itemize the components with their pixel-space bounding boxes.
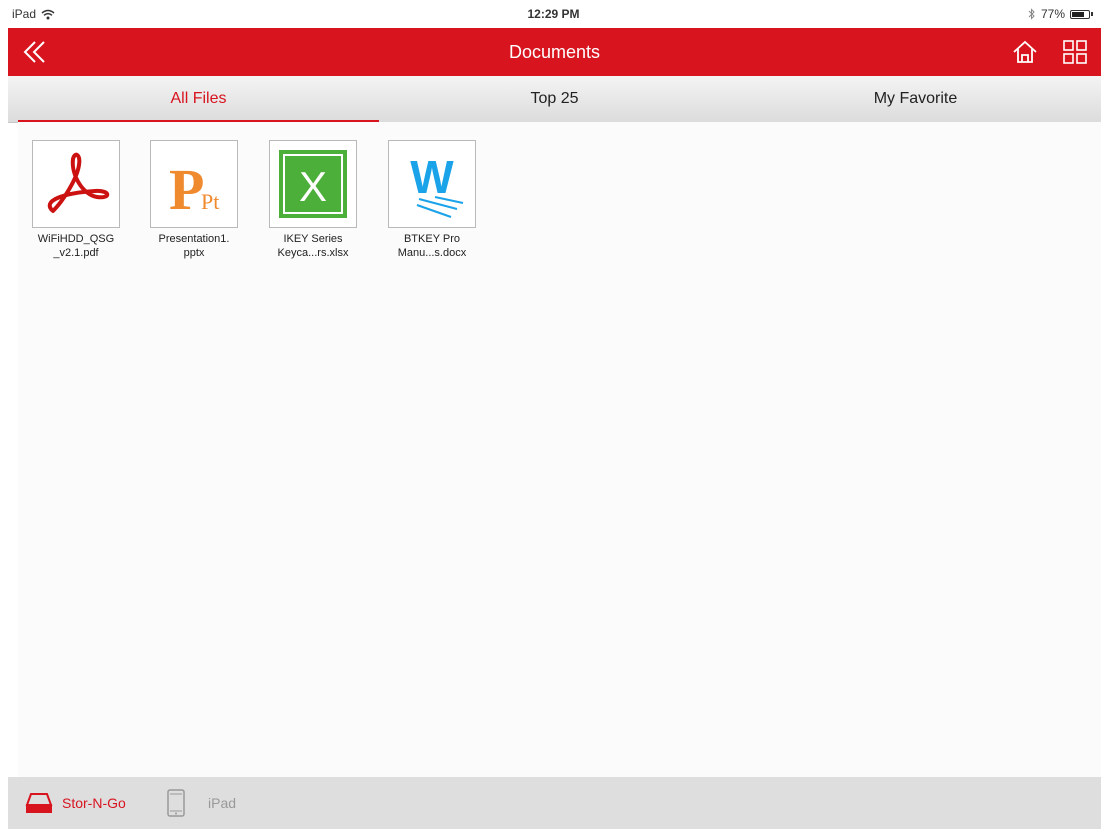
docx-icon: W: [410, 151, 464, 218]
status-right: 77%: [1028, 7, 1093, 21]
file-name: Presentation1. pptx: [158, 233, 230, 259]
grid-view-icon[interactable]: [1061, 38, 1089, 66]
file-thumbnail: [32, 140, 120, 228]
bottom-bar: Stor-N-Go iPad: [8, 777, 1101, 829]
svg-text:X: X: [299, 163, 327, 210]
ipad-source-button[interactable]: iPad: [166, 777, 236, 829]
file-name: IKEY Series Keyca...rs.xlsx: [277, 233, 349, 259]
tab-top-25[interactable]: Top 25: [374, 76, 735, 122]
file-thumbnail: X: [269, 140, 357, 228]
home-icon[interactable]: [1011, 38, 1039, 66]
battery-tip: [1091, 12, 1093, 16]
svg-text:Pt: Pt: [201, 189, 219, 214]
bluetooth-icon: [1028, 8, 1035, 20]
storngo-source-button[interactable]: Stor-N-Go: [24, 777, 126, 829]
battery-icon: [1070, 9, 1090, 19]
file-name: WiFiHDD_QSG _v2.1.pdf: [37, 233, 115, 259]
battery-percent: 77%: [1040, 7, 1065, 21]
storngo-drive-icon: [25, 793, 53, 813]
tablet-icon: [167, 789, 185, 817]
file-item[interactable]: P Pt Presentation1. pptx: [144, 140, 244, 260]
pdf-icon: [47, 152, 110, 213]
pptx-icon: P Pt: [169, 157, 219, 222]
ipad-label: iPad: [208, 795, 237, 811]
file-item[interactable]: X IKEY Series Keyca...rs.xlsx: [263, 140, 363, 260]
battery-fill: [1072, 11, 1084, 17]
svg-text:P: P: [169, 157, 204, 222]
xlsx-icon: X: [279, 150, 347, 218]
file-item[interactable]: W BTKEY Pro Manu...s.docx: [382, 140, 482, 260]
file-thumbnail: P Pt: [150, 140, 238, 228]
status-bar: iPad 12:29 PM 77%: [0, 0, 1107, 28]
tab-bar: All Files Top 25 My Favorite: [8, 76, 1101, 123]
file-name: BTKEY Pro Manu...s.docx: [397, 233, 467, 259]
status-time: 12:29 PM: [527, 7, 580, 21]
file-grid: WiFiHDD_QSG _v2.1.pdf P Pt Presentation1…: [18, 122, 1101, 777]
file-item[interactable]: WiFiHDD_QSG _v2.1.pdf: [26, 140, 126, 260]
svg-text:W: W: [410, 151, 454, 203]
file-thumbnail: W: [388, 140, 476, 228]
tab-my-favorite[interactable]: My Favorite: [735, 76, 1096, 122]
page-title: Documents: [508, 42, 601, 62]
storngo-label: Stor-N-Go: [62, 795, 126, 811]
nav-bar: Documents: [8, 28, 1101, 76]
tab-all-files[interactable]: All Files: [18, 76, 379, 122]
